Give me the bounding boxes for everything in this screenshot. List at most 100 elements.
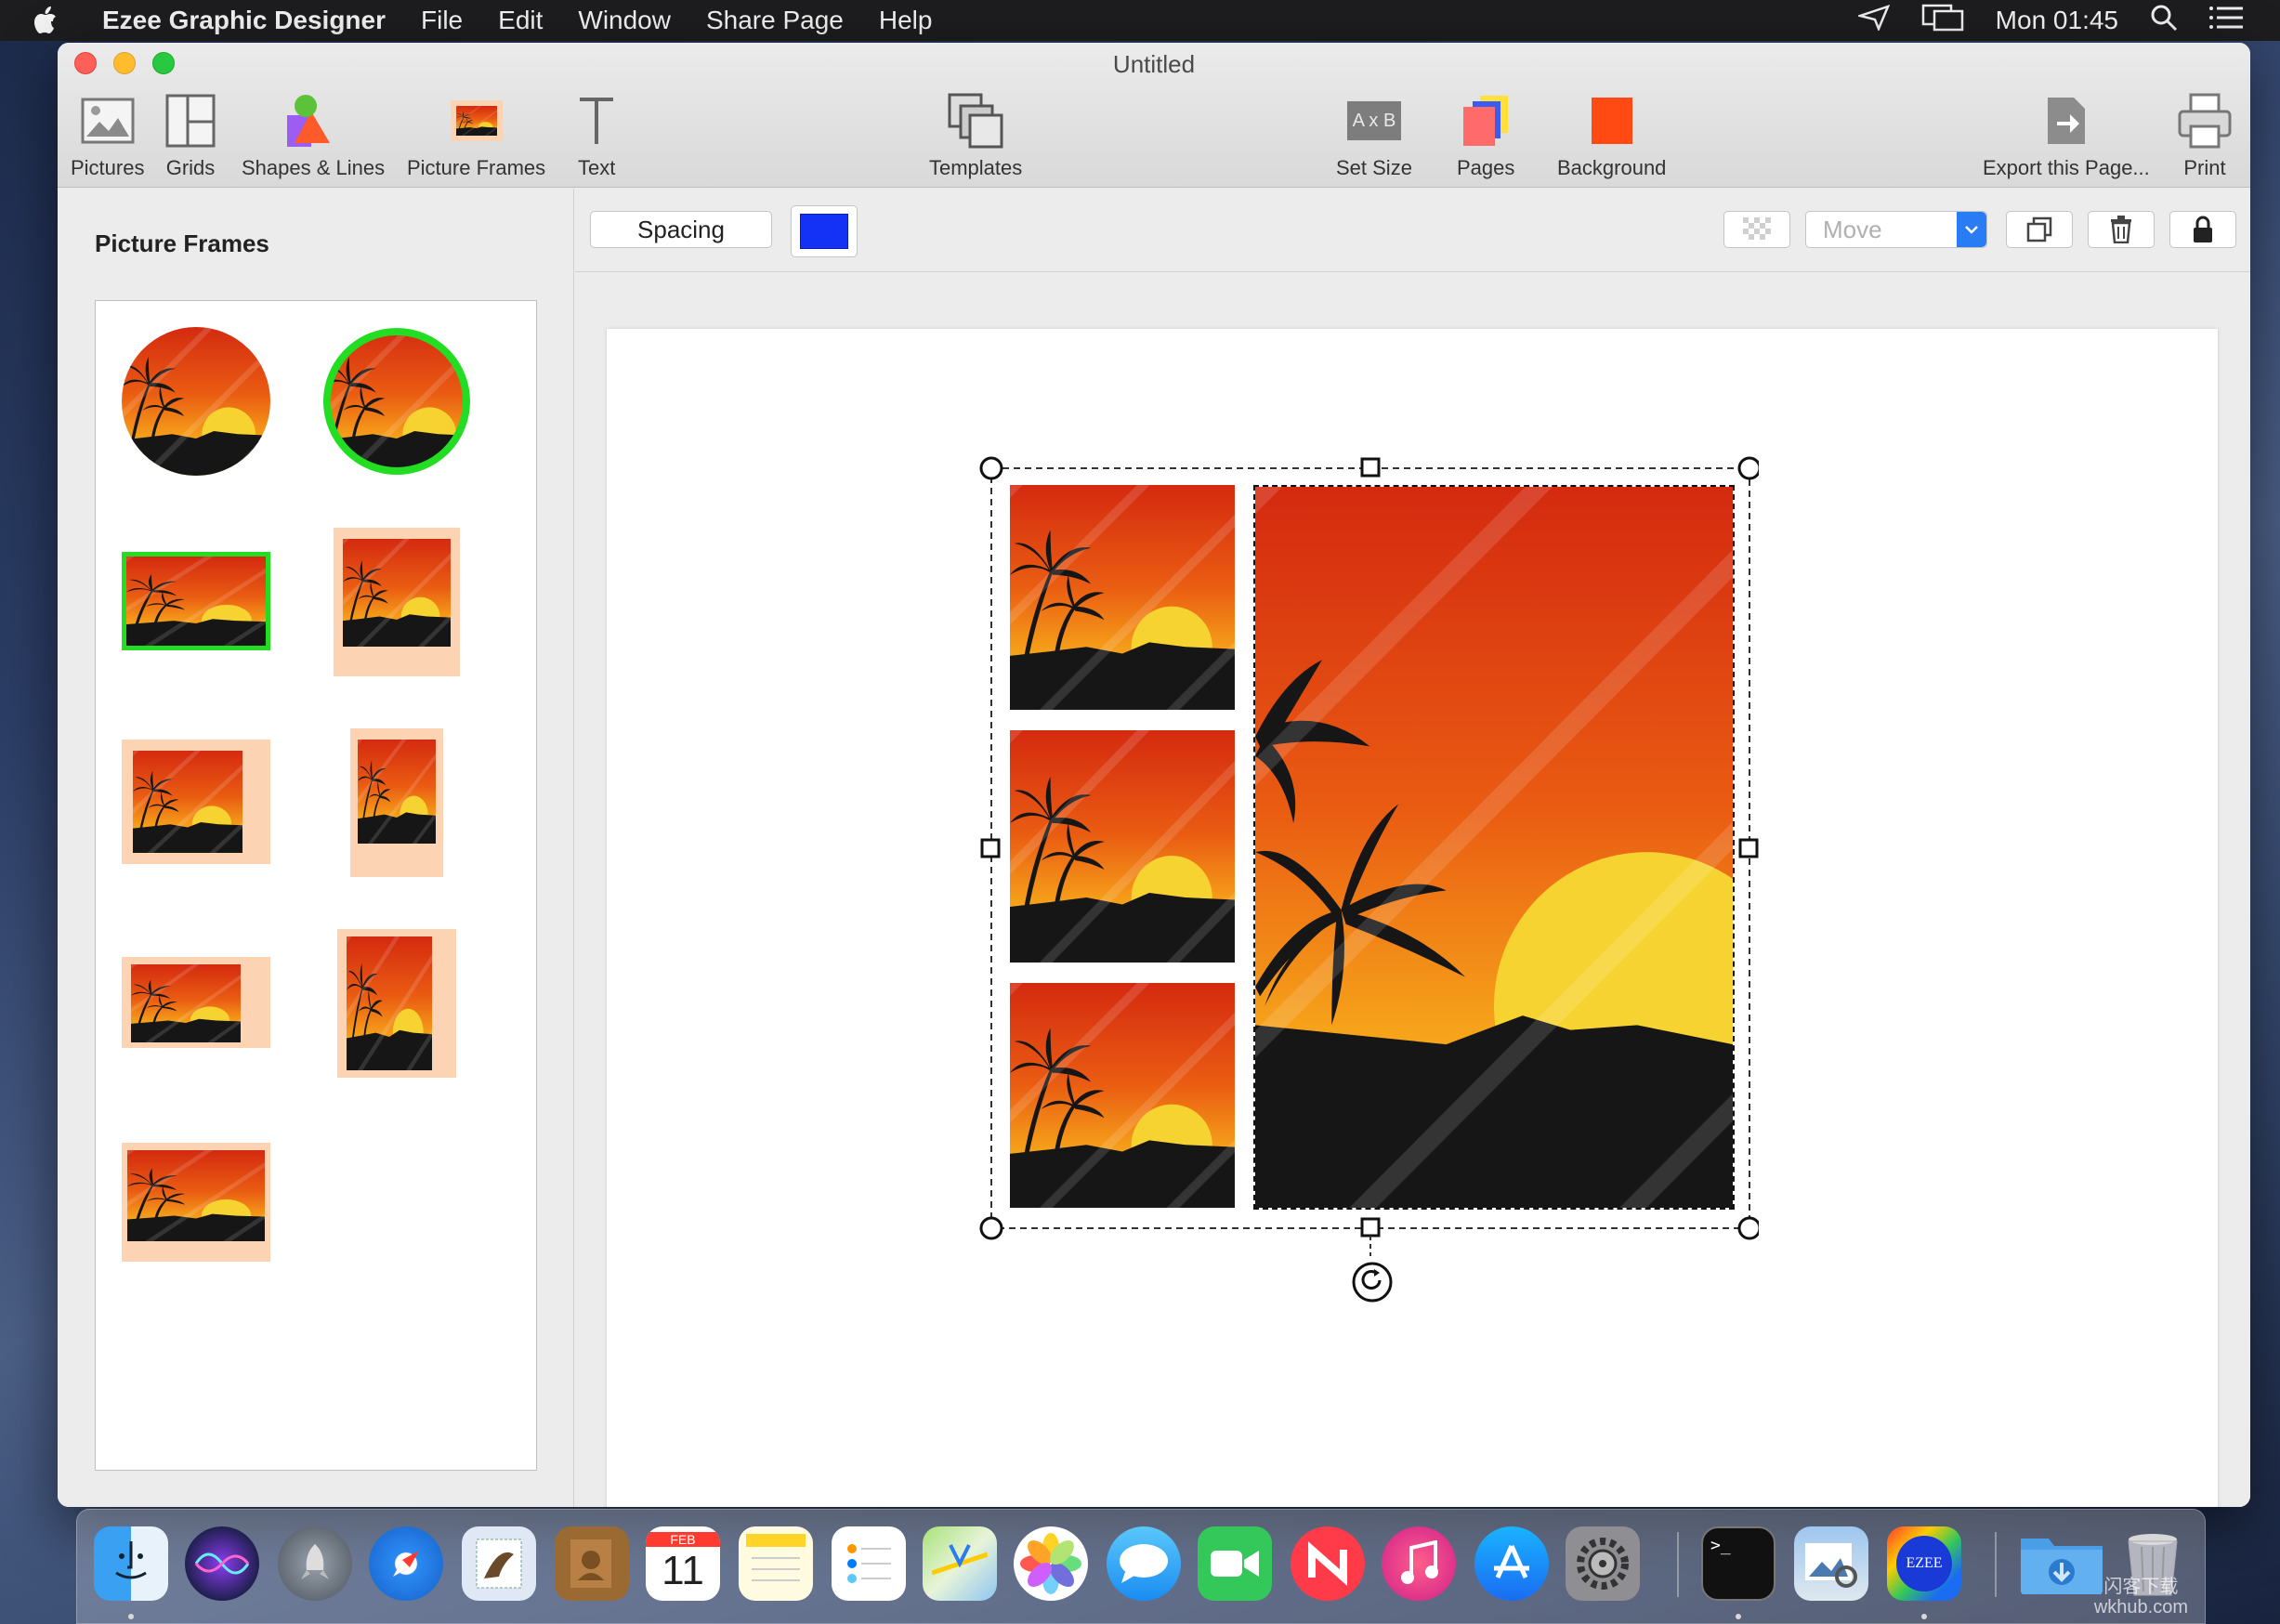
toolbar-export-label: Export this Page... [1983,156,2150,179]
toolbar-grids-label: Grids [165,156,216,179]
contacts-icon[interactable] [555,1526,629,1601]
preview-icon[interactable] [1794,1526,1868,1601]
dock: FEB 11 >_ EZEE 闪客下载 wkhub.com [76,1509,2206,1624]
notification-center-icon[interactable] [2209,6,2243,36]
spacing-button[interactable]: Spacing [590,211,772,248]
toolbar-export-button[interactable]: Export this Page... [1983,93,2150,180]
printer-icon [2178,93,2232,149]
music-icon[interactable] [1382,1526,1456,1601]
resize-handle-bottom-left[interactable] [979,1216,1003,1240]
frame-peach-mat-landscape[interactable] [122,740,270,864]
frame-circle-plain[interactable] [122,327,270,476]
trash-icon [2111,216,2131,243]
frame-peach-mat-tall[interactable] [350,728,443,877]
resize-handle-top-right[interactable] [1737,456,1759,480]
mail-icon[interactable] [462,1526,536,1601]
system-preferences-icon[interactable] [1566,1526,1640,1601]
ezee-graphic-designer-icon[interactable]: EZEE [1887,1526,1961,1601]
menu-file[interactable]: File [421,6,463,35]
spacing-color-well[interactable] [791,205,858,257]
templates-icon [948,93,1003,149]
grid-icon [165,93,216,149]
lock-icon [2194,216,2212,242]
watermark-line-2: wkhub.com [2093,1597,2188,1617]
chevron-down-icon [1957,212,1986,247]
menu-window[interactable]: Window [578,6,671,35]
picture-frame-icon [450,93,503,149]
ezee-label: EZEE [1896,1536,1952,1591]
resize-handle-top[interactable] [1360,457,1381,478]
calendar-icon[interactable]: FEB 11 [646,1526,720,1601]
transparency-button[interactable] [1723,211,1790,248]
toolbar-set-size-button[interactable]: A x B Set Size [1336,93,1412,180]
siri-icon[interactable] [185,1526,259,1601]
toolbar-print-button[interactable]: Print [2178,93,2232,180]
app-store-icon[interactable] [1474,1526,1549,1601]
design-page[interactable] [607,329,2218,1507]
resize-handle-bottom[interactable] [1360,1217,1381,1238]
pages-icon [1460,93,1512,149]
resize-handle-right[interactable] [1738,838,1759,858]
toolbar-picture-frames-button[interactable]: Picture Frames [407,93,545,180]
frame-peach-mat-large[interactable] [122,1143,270,1262]
apple-menu-icon[interactable] [33,7,89,34]
resize-handle-top-left[interactable] [979,456,1003,480]
resize-handle-left[interactable] [980,838,1001,858]
frame-circle-green-border[interactable] [322,327,471,476]
set-size-glyph: A x B [1346,101,1401,140]
toolbar-shapes-lines-button[interactable]: Shapes & Lines [242,93,385,180]
ezee-running-indicator [1921,1614,1927,1619]
menu-help[interactable]: Help [879,6,933,35]
arrange-mode-select[interactable]: Move [1805,211,1987,248]
menu-bar: Ezee Graphic Designer File Edit Window S… [0,0,2280,41]
clock[interactable]: Mon 01:45 [1996,6,2118,35]
background-swatch [1591,98,1632,144]
sidebar-title: Picture Frames [95,229,269,257]
photos-icon[interactable] [1014,1526,1088,1601]
maps-icon[interactable] [923,1526,997,1601]
terminal-running-indicator [1736,1614,1741,1619]
toolbar-pictures-button[interactable]: Pictures [71,93,144,180]
facetime-icon[interactable] [1198,1526,1272,1601]
display-mirroring-icon[interactable] [1921,4,1964,38]
launchpad-icon[interactable] [278,1526,352,1601]
menu-share-page[interactable]: Share Page [706,6,844,35]
notes-icon[interactable] [739,1526,813,1601]
toolbar-text-button[interactable]: Text [578,93,615,180]
messages-icon[interactable] [1107,1526,1181,1601]
safari-icon[interactable] [369,1526,443,1601]
finder-running-indicator [128,1614,134,1619]
frame-peach-mat-wide[interactable] [122,957,270,1048]
app-menu[interactable]: Ezee Graphic Designer [102,6,386,35]
toolbar-picture-frames-label: Picture Frames [407,156,546,179]
calendar-month: FEB [646,1532,720,1547]
terminal-icon[interactable]: >_ [1701,1526,1776,1601]
rotate-handle-icon[interactable] [1350,1260,1395,1304]
menu-edit[interactable]: Edit [498,6,543,35]
checkerboard-icon [1743,217,1771,240]
delete-button[interactable] [2088,211,2155,248]
toolbar-templates-button[interactable]: Templates [929,93,1022,180]
frame-peach-mat-tall-2[interactable] [337,929,456,1078]
toolbar-grids-button[interactable]: Grids [165,93,216,180]
lock-button[interactable] [2169,211,2236,248]
background-color-icon [1591,93,1632,149]
app-window: Untitled Pictures Grids Shapes & Lines P… [58,43,2250,1507]
frame-peach-mat-portrait[interactable] [334,528,460,676]
toolbar-pages-button[interactable]: Pages [1457,93,1514,180]
calendar-day: 11 [662,1548,704,1593]
spotlight-search-icon[interactable] [2150,4,2178,38]
window-title: Untitled [1112,50,1196,78]
finder-icon[interactable] [94,1526,168,1601]
toolbar-background-label: Background [1557,156,1667,179]
toolbar-shapes-lines-label: Shapes & Lines [242,156,386,179]
toolbar-background-button[interactable]: Background [1557,93,1666,180]
resize-handle-bottom-right[interactable] [1737,1216,1759,1240]
toolbar-pictures-label: Pictures [71,156,145,179]
location-arrow-icon[interactable] [1855,4,1890,37]
frame-rect-green-border[interactable] [122,552,270,650]
news-icon[interactable] [1291,1526,1365,1601]
downloads-folder-icon[interactable] [2019,1526,2104,1601]
reminders-icon[interactable] [832,1526,906,1601]
duplicate-button[interactable] [2006,211,2073,248]
